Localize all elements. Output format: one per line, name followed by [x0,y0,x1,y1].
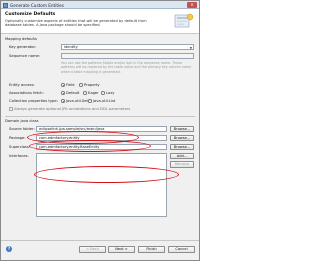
annotation-ellipse-interfaces [34,166,179,183]
access-field-radio[interactable] [61,83,65,87]
interfaces-label: Interfaces: [9,154,29,158]
key-generator-select[interactable]: identity ▼ [61,44,194,50]
footer-divider [1,240,199,241]
back-button[interactable]: < Back [79,246,106,253]
interfaces-remove-button[interactable]: Remove [170,161,194,168]
access-field-label: Field [66,83,75,87]
interfaces-add-button[interactable]: Add... [170,152,194,160]
key-generator-value: identity [64,45,78,49]
fetch-default-label: Default [66,91,80,95]
fetch-lazy-label: Lazy [106,91,115,95]
help-icon[interactable]: ? [6,246,12,252]
access-property-label: Property [84,83,100,87]
optional-annotations-checkbox[interactable] [9,107,13,111]
sequence-name-label: Sequence name: [9,54,41,58]
annotation-ellipse-superclass [29,140,151,152]
interfaces-list[interactable] [36,153,167,217]
associations-fetch-label: Associations fetch: [9,91,44,95]
page-heading: Customize Defaults [5,12,56,17]
app-icon [3,2,8,8]
close-button[interactable]: ✕ [187,2,197,8]
collection-set-radio[interactable] [61,99,65,103]
fetch-eager-radio[interactable] [83,91,87,95]
collection-list-label: java.util.List [93,99,116,103]
superclass-label: Superclass: [9,145,31,149]
title-bar: Generate Custom Entities ✕ [1,1,199,9]
key-generator-label: Key generator: [9,45,37,49]
fetch-eager-label: Eager [88,91,99,95]
source-folder-label: Source folder: [9,127,35,131]
sequence-name-input[interactable] [61,53,194,59]
entity-access-label: Entity access: [9,83,35,87]
cancel-button[interactable]: Cancel [168,246,195,253]
wizard-banner-icon [174,13,194,28]
page-description: Optionally customize aspects of entities… [5,18,147,28]
package-browse-button[interactable]: Browse... [170,134,194,142]
source-folder-browse-button[interactable]: Browse... [170,125,194,133]
sequence-hint: You can use the patterns $table and/or $… [61,61,192,74]
wizard-banner: Customize Defaults Optionally customize … [1,9,199,34]
dialog-window: Generate Custom Entities ✕ Customize Def… [0,0,200,261]
domain-class-label: Domain java class [5,119,39,123]
collection-set-label: java.util.Set [66,99,88,103]
fetch-default-radio[interactable] [61,91,65,95]
finish-button[interactable]: Finish [138,246,165,253]
window-title: Generate Custom Entities [10,2,64,8]
fetch-lazy-radio[interactable] [101,91,105,95]
access-property-radio[interactable] [79,83,83,87]
optional-annotations-label: Always generate optional JPA annotations… [14,107,131,111]
package-label: Package: [9,136,26,140]
section-divider [5,116,195,117]
next-button[interactable]: Next > [108,246,135,253]
collection-list-radio[interactable] [88,99,92,103]
chevron-down-icon: ▼ [189,45,192,50]
superclass-browse-button[interactable]: Browse... [170,143,194,151]
mapping-defaults-label: Mapping defaults [5,37,37,41]
collection-type-label: Collection properties type: [9,99,58,103]
